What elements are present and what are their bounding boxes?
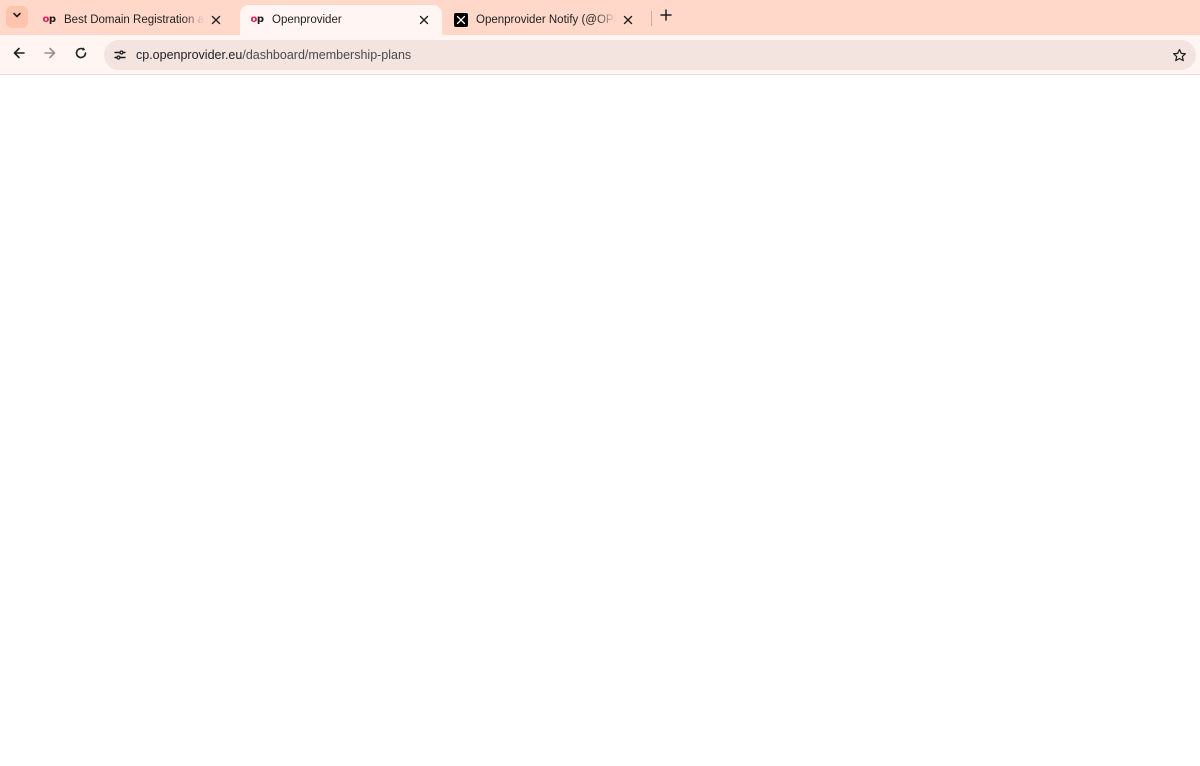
page-content — [0, 75, 1200, 766]
browser-window: op Best Domain Registration and R op Ope… — [0, 0, 1200, 766]
tune-icon[interactable] — [110, 45, 130, 65]
plus-icon — [660, 8, 672, 26]
url-text[interactable]: cp.openprovider.eu/dashboard/membership-… — [136, 48, 411, 62]
star-icon[interactable] — [1170, 46, 1188, 64]
tab-search-button[interactable] — [6, 6, 28, 28]
back-button[interactable] — [8, 44, 30, 66]
reload-button[interactable] — [70, 44, 92, 66]
reload-icon — [74, 46, 88, 65]
tab-best-domain-registration[interactable]: op Best Domain Registration and R — [32, 5, 234, 35]
openprovider-logo-icon: op — [250, 14, 264, 25]
close-icon[interactable] — [208, 12, 224, 28]
close-icon[interactable] — [620, 12, 636, 28]
url-domain: cp.openprovider.eu — [136, 48, 243, 62]
address-bar[interactable]: cp.openprovider.eu/dashboard/membership-… — [104, 40, 1196, 70]
arrow-right-icon — [43, 46, 57, 65]
tab-strip: op Best Domain Registration and R op Ope… — [0, 0, 1200, 35]
openprovider-logo-icon: op — [42, 14, 56, 25]
tab-openprovider-notify[interactable]: Openprovider Notify (@OPNoti — [444, 5, 646, 35]
tab-openprovider[interactable]: op Openprovider — [240, 5, 442, 35]
forward-button[interactable] — [39, 44, 61, 66]
arrow-left-icon — [12, 46, 26, 65]
tab-title: Openprovider Notify (@OPNoti — [476, 14, 616, 26]
url-path: /dashboard/membership-plans — [242, 48, 412, 62]
browser-toolbar: cp.openprovider.eu/dashboard/membership-… — [0, 35, 1200, 75]
tab-divider — [651, 11, 652, 26]
chevron-down-icon — [11, 8, 23, 26]
tab-title: Openprovider — [272, 14, 342, 26]
x-logo-icon — [454, 13, 468, 27]
close-icon[interactable] — [416, 12, 432, 28]
tab-title: Best Domain Registration and R — [64, 14, 204, 26]
new-tab-button[interactable] — [656, 7, 676, 27]
